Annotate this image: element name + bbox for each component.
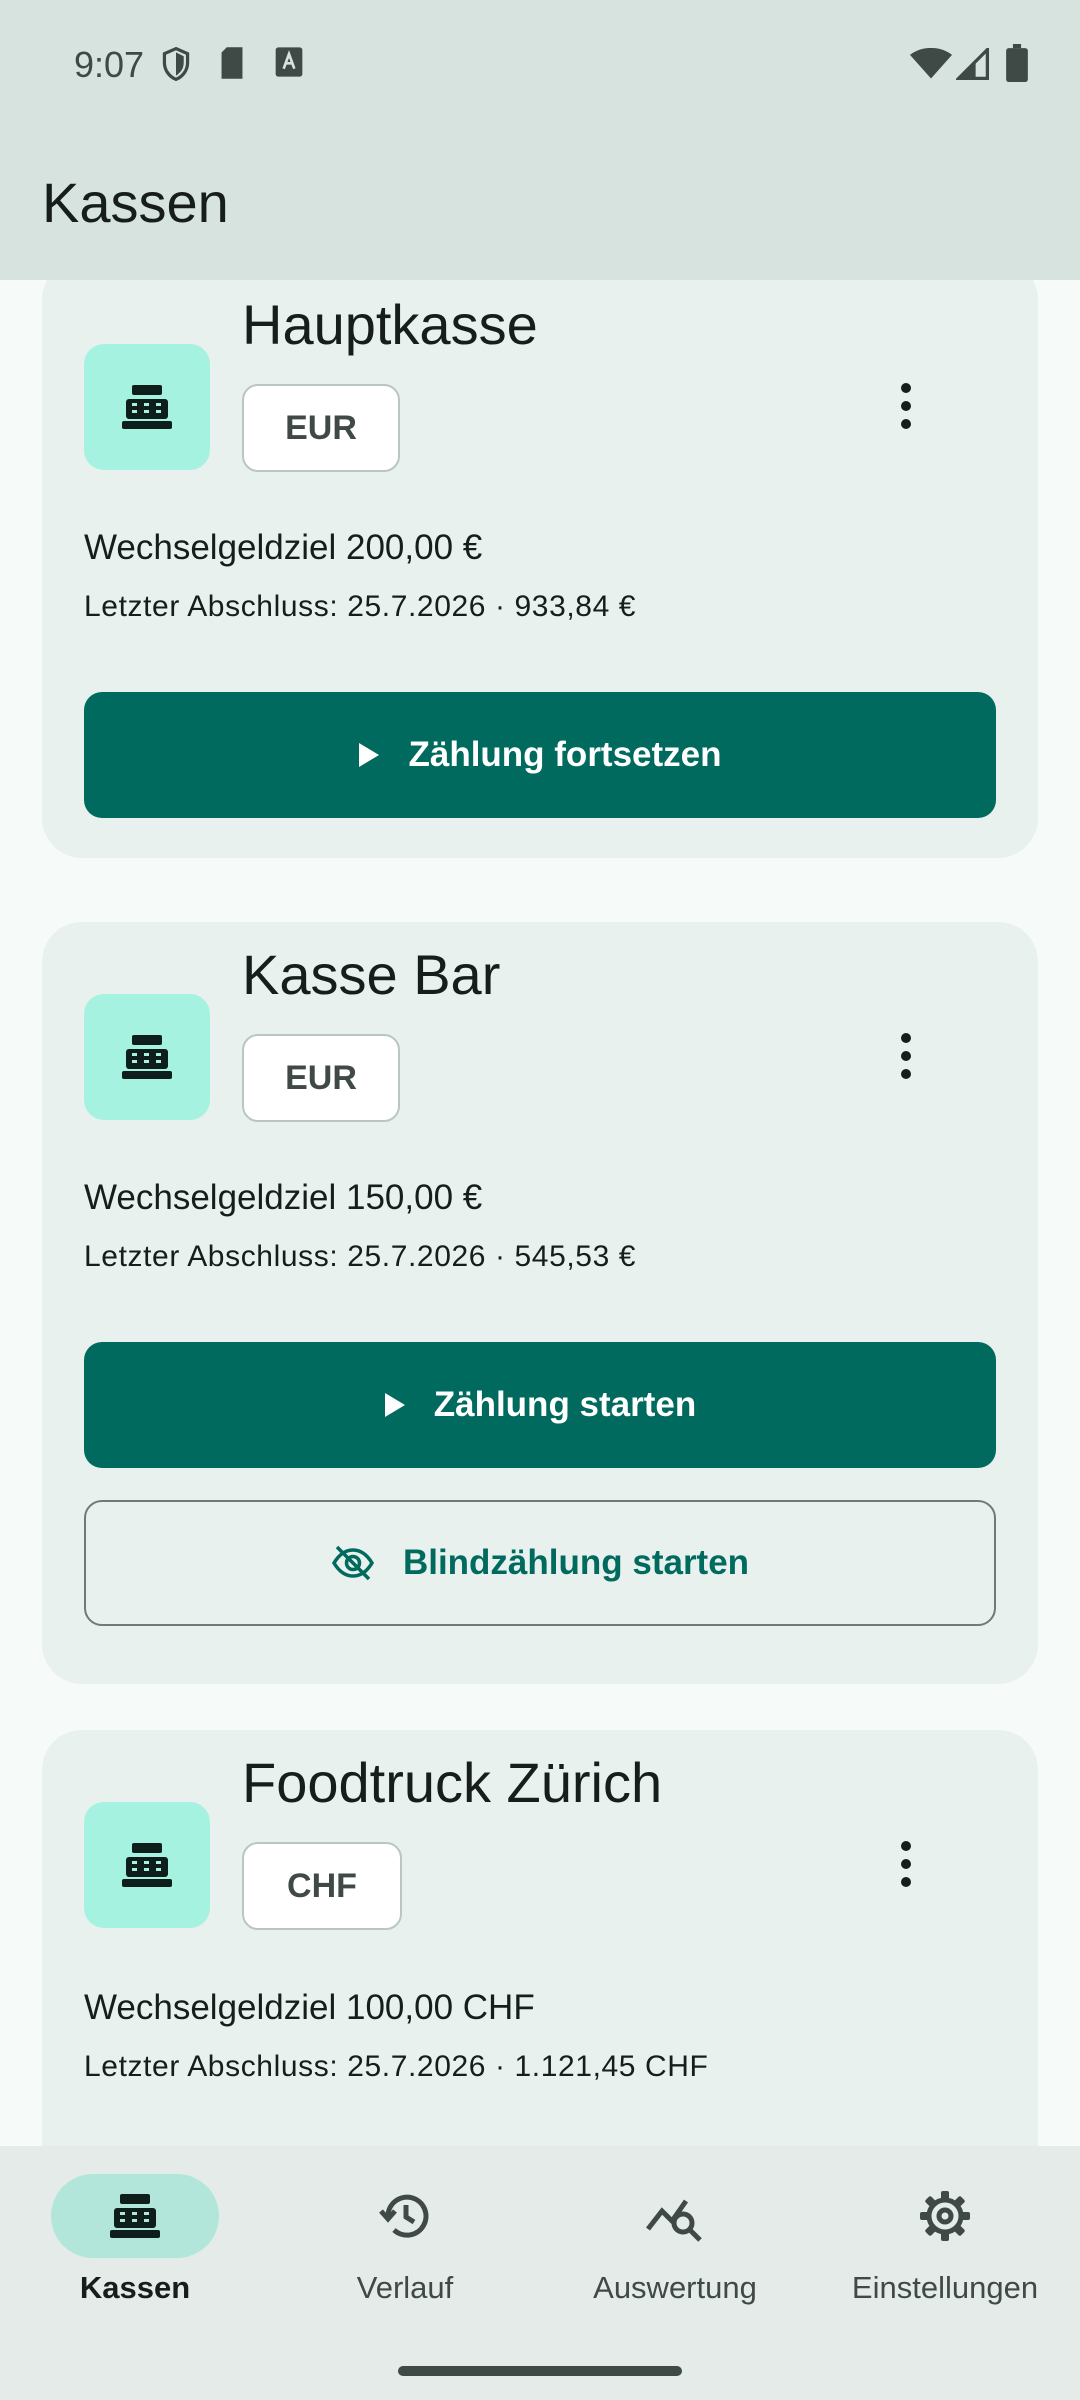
play-icon: [358, 742, 380, 768]
more-options-button[interactable]: [870, 1828, 942, 1900]
change-target: Wechselgeldziel 200,00 €: [84, 528, 483, 567]
signal-icon: [954, 45, 990, 85]
more-options-button[interactable]: [870, 1020, 942, 1092]
cash-register-icon: [51, 2174, 219, 2258]
register-card-hauptkasse[interactable]: Hauptkasse EUR Wechselgeldziel 200,00 € …: [42, 280, 1038, 858]
more-vert-icon: [901, 1841, 911, 1887]
last-closing: Letzter Abschluss: 25.7.2026 · 1.121,45 …: [84, 2050, 709, 2083]
status-bar: 9:07: [0, 0, 1080, 132]
register-name: Hauptkasse: [242, 293, 538, 356]
nav-label: Kassen: [79, 2270, 191, 2305]
currency-badge: CHF: [242, 1842, 402, 1930]
button-label: Blindzählung starten: [402, 1543, 750, 1582]
currency-badge: EUR: [242, 1034, 400, 1122]
nav-item-kassen[interactable]: Kassen: [0, 2174, 270, 2306]
gear-icon: [861, 2174, 1029, 2258]
nav-item-einstellungen[interactable]: Einstellungen: [810, 2174, 1080, 2306]
register-list[interactable]: Hauptkasse EUR Wechselgeldziel 200,00 € …: [0, 280, 1080, 2146]
change-target: Wechselgeldziel 100,00 CHF: [84, 1988, 535, 2027]
status-time: 9:07: [74, 44, 145, 85]
more-vert-icon: [901, 1033, 911, 1079]
nav-label: Verlauf: [356, 2270, 454, 2305]
start-blind-count-button[interactable]: Blindzählung starten: [84, 1500, 996, 1626]
top-app-bar: Kassen: [0, 132, 1080, 280]
shield-icon: [160, 46, 192, 87]
nav-item-verlauf[interactable]: Verlauf: [270, 2174, 540, 2306]
wifi-icon: [910, 47, 952, 85]
battery-icon: [1006, 44, 1028, 87]
last-closing: Letzter Abschluss: 25.7.2026 · 545,53 €: [84, 1240, 637, 1273]
analytics-icon: [591, 2174, 759, 2258]
cash-register-icon: [84, 994, 210, 1120]
last-closing: Letzter Abschluss: 25.7.2026 · 933,84 €: [84, 590, 637, 623]
bottom-navigation: Kassen Verlauf Auswertung Einstellungen: [0, 2146, 1080, 2400]
change-target: Wechselgeldziel 150,00 €: [84, 1178, 483, 1217]
more-vert-icon: [901, 383, 911, 429]
register-card-kasse-bar[interactable]: Kasse Bar EUR Wechselgeldziel 150,00 € L…: [42, 922, 1038, 1684]
nav-label: Auswertung: [593, 2270, 757, 2305]
button-label: Zählung fortsetzen: [408, 735, 722, 774]
button-label: Zählung starten: [433, 1385, 697, 1424]
nav-item-auswertung[interactable]: Auswertung: [540, 2174, 810, 2306]
visibility-off-icon: [331, 1545, 375, 1581]
history-icon: [321, 2174, 489, 2258]
font-a-icon: [274, 46, 304, 83]
more-options-button[interactable]: [870, 370, 942, 442]
cash-register-icon: [84, 344, 210, 470]
currency-badge: EUR: [242, 384, 400, 472]
page-title: Kassen: [42, 171, 229, 234]
continue-count-button[interactable]: Zählung fortsetzen: [84, 692, 996, 818]
play-icon: [384, 1392, 406, 1418]
nav-label: Einstellungen: [851, 2270, 1039, 2305]
cash-register-icon: [84, 1802, 210, 1928]
register-card-foodtruck-zurich[interactable]: Foodtruck Zürich CHF Wechselgeldziel 100…: [42, 1730, 1038, 2146]
register-name: Foodtruck Zürich: [242, 1751, 663, 1814]
sd-card-icon: [218, 46, 246, 85]
home-indicator[interactable]: [398, 2366, 682, 2376]
register-name: Kasse Bar: [242, 943, 501, 1006]
start-count-button[interactable]: Zählung starten: [84, 1342, 996, 1468]
